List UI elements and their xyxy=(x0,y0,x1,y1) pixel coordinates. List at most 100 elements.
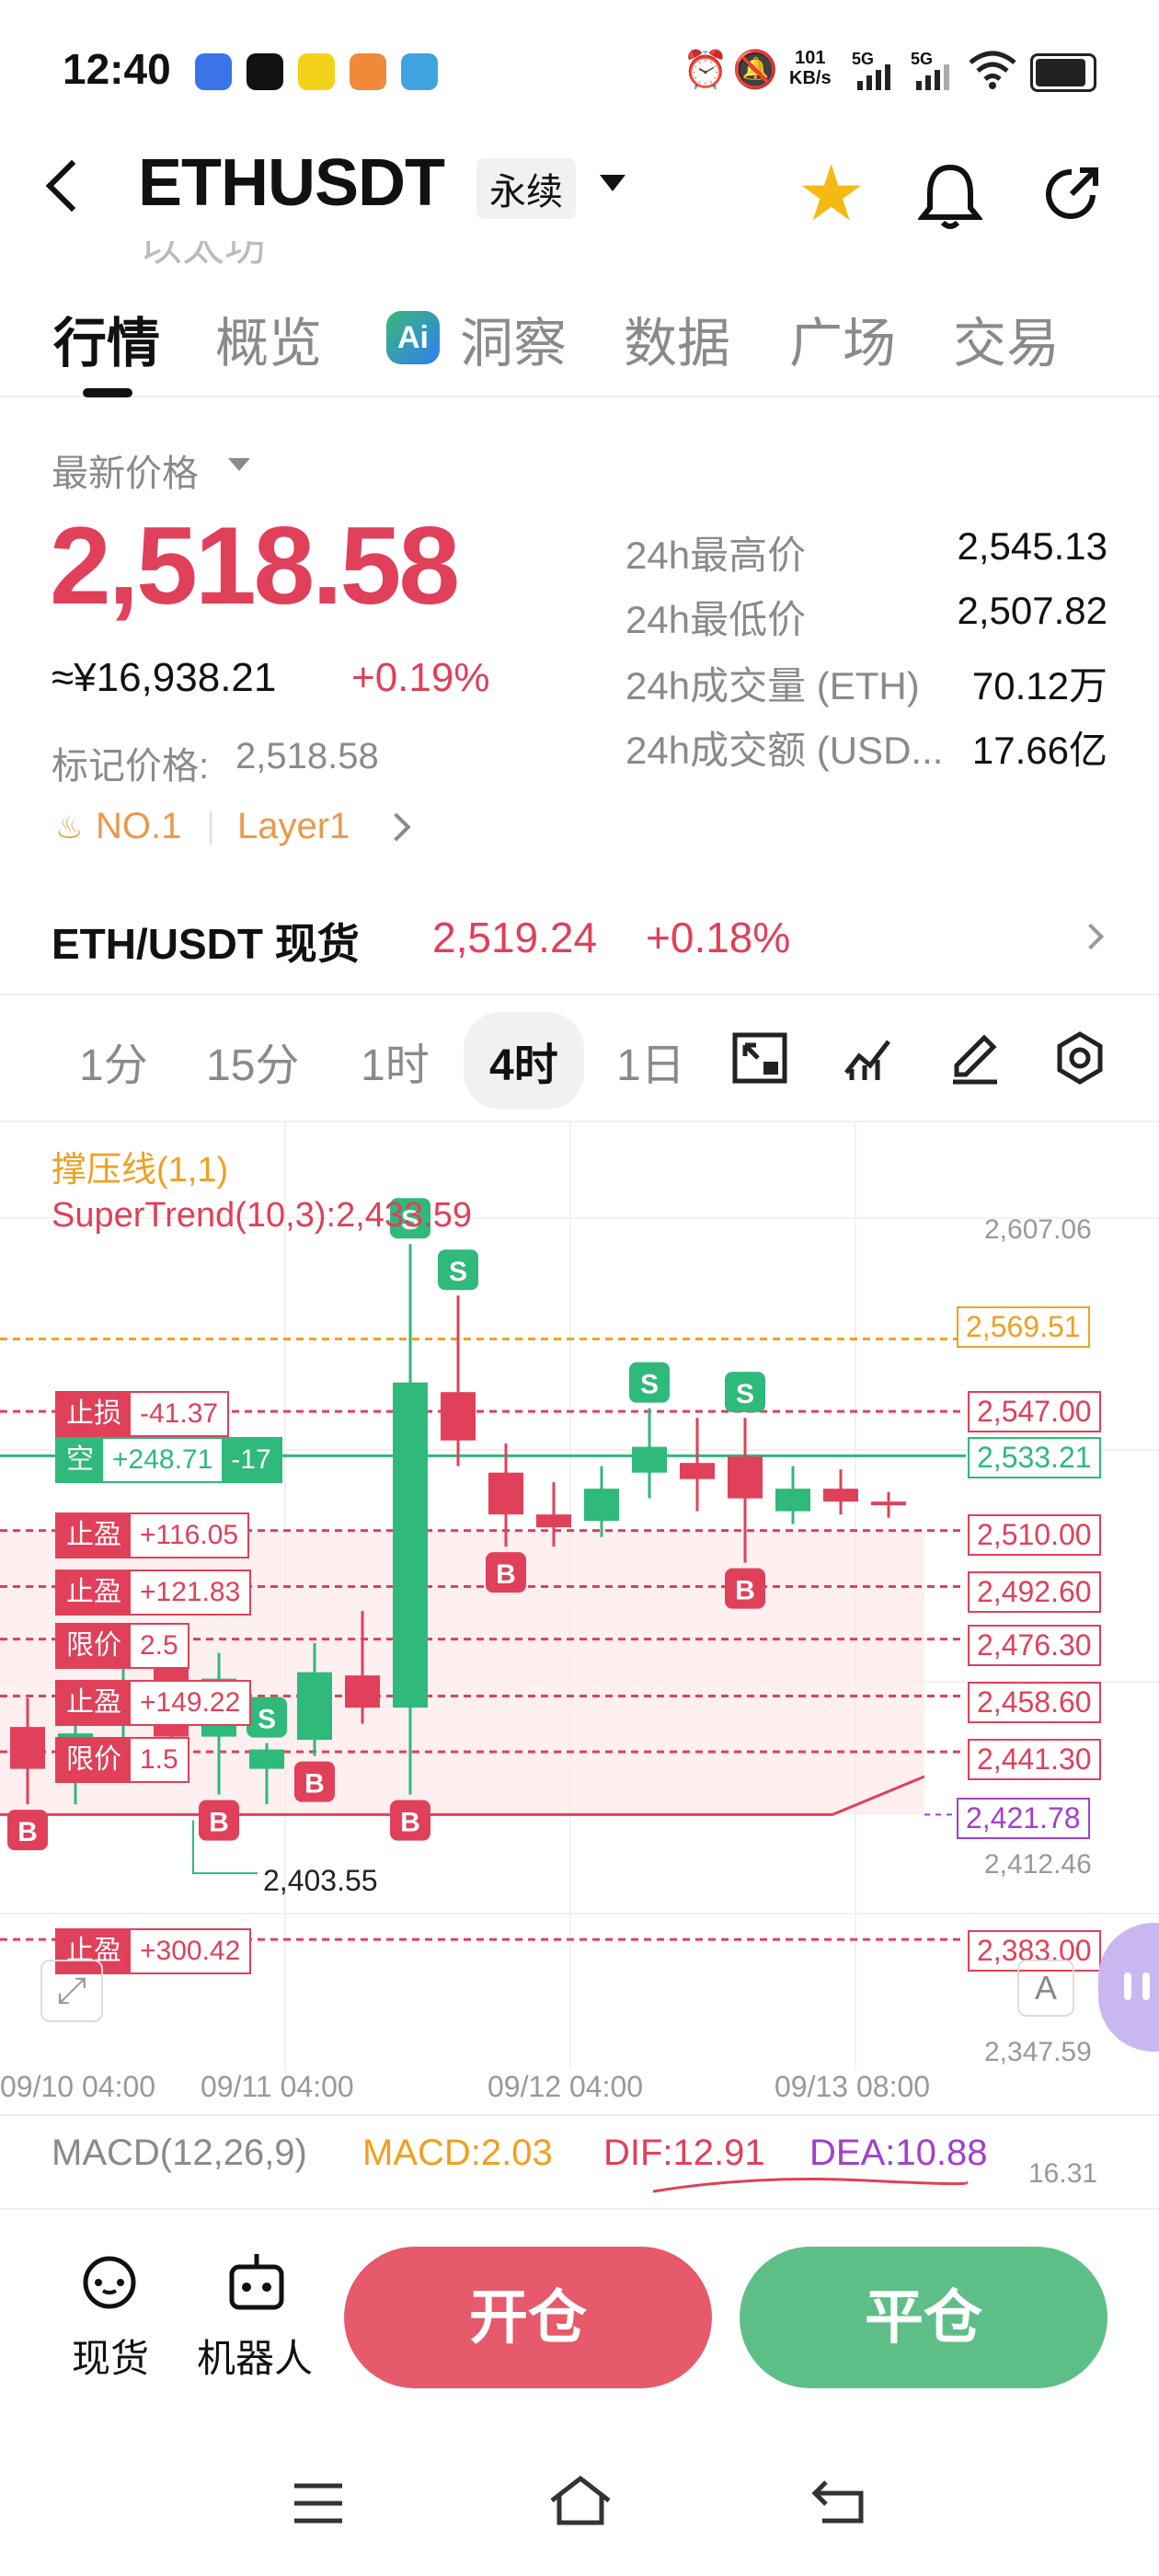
order-value: +121.83 xyxy=(140,1577,241,1607)
settings-icon[interactable] xyxy=(1052,1030,1107,1098)
macd-label[interactable]: MACD(12,26,9) xyxy=(52,2133,307,2174)
chevron-down-icon[interactable] xyxy=(600,175,625,191)
latest-price: 2,518.58 xyxy=(50,504,460,627)
bot-nav-label[interactable]: 机器人 xyxy=(197,2328,313,2384)
order-takeprofit[interactable]: 止盈 +121.83 xyxy=(55,1570,252,1616)
tab-insight[interactable]: 洞察 xyxy=(460,300,567,377)
order-takeprofit[interactable]: 止盈 +116.05 xyxy=(55,1512,250,1558)
fire-icon: ♨ xyxy=(55,811,84,845)
price-box-limit1: 2,476.30 xyxy=(968,1625,1101,1666)
order-type: 空 xyxy=(57,1439,103,1481)
spot-nav-label[interactable]: 现货 xyxy=(72,2328,149,2384)
order-value: 1.5 xyxy=(140,1744,178,1775)
stat-low-value: 2,507.82 xyxy=(957,589,1108,632)
order-stoploss[interactable]: 止损 -41.37 xyxy=(55,1391,230,1437)
expand-icon[interactable]: ⤢ xyxy=(40,1960,103,2022)
divider xyxy=(0,2114,1159,2116)
order-type: 止损 xyxy=(57,1393,131,1435)
order-value: +116.05 xyxy=(140,1520,239,1550)
order-value: +248.71 xyxy=(112,1444,213,1475)
battery-icon xyxy=(1030,53,1096,92)
timeframe-1d[interactable]: 1日 xyxy=(616,1029,685,1093)
order-limit[interactable]: 限价 2.5 xyxy=(55,1623,189,1669)
bell-icon[interactable] xyxy=(916,162,984,242)
candle-body xyxy=(632,1446,667,1473)
candle-body xyxy=(536,1514,571,1528)
macd-axis-value: 16.31 xyxy=(1028,2158,1098,2189)
robot-icon xyxy=(229,2254,284,2310)
rank-tag[interactable]: NO.1 xyxy=(96,806,181,847)
home-icon[interactable] xyxy=(548,2475,613,2540)
order-extra: -17 xyxy=(222,1439,281,1481)
macd-value: MACD:2.03 xyxy=(362,2133,553,2173)
open-position-button[interactable]: 开仓 xyxy=(344,2247,712,2388)
dif-value: DIF:12.91 xyxy=(603,2133,765,2173)
clock: 12:40 xyxy=(63,45,171,93)
caret-down-icon[interactable] xyxy=(228,458,250,471)
back-nav-icon[interactable] xyxy=(809,2475,866,2540)
y-axis-top: 2,607.06 xyxy=(984,1214,1092,1245)
price-box-supertrend: 2,421.78 xyxy=(957,1798,1090,1839)
spot-row[interactable]: ETH/USDT 现货 2,519.24 +0.18% xyxy=(0,883,1159,995)
fullscreen-icon[interactable] xyxy=(732,1032,787,1096)
spot-nav-button[interactable] xyxy=(77,2250,142,2319)
indicator-pivot-label[interactable]: 撑压线(1,1) xyxy=(52,1141,228,1191)
wifi-icon xyxy=(968,50,1017,90)
category-tag[interactable]: Layer1 xyxy=(237,806,350,847)
net-speed-unit: KB/s xyxy=(789,68,832,88)
menu-icon[interactable] xyxy=(291,2475,346,2540)
candle-body xyxy=(775,1489,810,1512)
tab-overview[interactable]: 概览 xyxy=(215,300,322,377)
candle-body xyxy=(345,1675,380,1708)
timeframe-15m[interactable]: 15分 xyxy=(206,1029,299,1093)
back-icon[interactable] xyxy=(45,159,98,213)
marker-label: B xyxy=(496,1559,516,1590)
indicator-icon[interactable] xyxy=(843,1032,894,1096)
order-value: +300.42 xyxy=(140,1936,241,1966)
order-type: 限价 xyxy=(57,1625,131,1667)
signal-icon xyxy=(914,64,951,90)
order-takeprofit[interactable]: 止盈 +149.22 xyxy=(55,1680,252,1726)
main-tabs: 行情 概览 Ai 洞察 数据 广场 交易 xyxy=(0,294,1159,397)
candle-body xyxy=(584,1489,619,1522)
latest-price-label[interactable]: 最新价格 xyxy=(52,443,199,497)
chevron-right-icon xyxy=(1077,923,1105,950)
close-position-button[interactable]: 平仓 xyxy=(740,2247,1107,2388)
star-icon[interactable]: ★ xyxy=(797,155,866,232)
stat-high-value: 2,545.13 xyxy=(957,524,1108,568)
order-type: 止盈 xyxy=(57,1682,131,1724)
stat-volume-label: 24h成交量 (ETH) xyxy=(625,664,920,707)
marker-label: S xyxy=(258,1705,276,1735)
timeframe-1h[interactable]: 1时 xyxy=(361,1029,430,1093)
marker-label: B xyxy=(304,1769,325,1800)
price-box-stoploss: 2,547.00 xyxy=(968,1391,1101,1432)
y-axis-bottom: 2,347.59 xyxy=(984,2037,1092,2067)
tab-trade[interactable]: 交易 xyxy=(953,300,1060,377)
tab-data[interactable]: 数据 xyxy=(624,300,730,377)
x-axis-label: 09/12 04:00 xyxy=(488,2070,644,2103)
indicator-supertrend-label[interactable]: SuperTrend(10,3):2,433.59 xyxy=(52,1196,472,1236)
price-change: +0.19% xyxy=(351,655,490,700)
net-speed: 101 KB/s xyxy=(789,48,832,88)
chevron-right-icon[interactable] xyxy=(382,812,411,842)
vivo-icon xyxy=(195,53,232,90)
dea-value: DEA:10.88 xyxy=(809,2133,988,2173)
x-axis-label: 09/11 04:00 xyxy=(201,2070,354,2103)
marker-label: S xyxy=(640,1370,659,1400)
auto-scale-button[interactable]: A xyxy=(1017,1960,1074,2017)
order-short-position[interactable]: 空 +248.71 -17 xyxy=(55,1437,282,1483)
order-value: 2.5 xyxy=(140,1630,178,1661)
share-icon[interactable] xyxy=(1039,162,1104,236)
timeframe-4h[interactable]: 4时 xyxy=(464,1012,584,1110)
dif-curve xyxy=(652,2178,969,2193)
tab-square[interactable]: 广场 xyxy=(789,300,896,377)
candle-body xyxy=(441,1392,476,1441)
timeframe-1m[interactable]: 1分 xyxy=(79,1029,148,1093)
x-axis-label: 09/13 08:00 xyxy=(775,2070,931,2103)
contract-type-badge[interactable]: 永续 xyxy=(476,158,576,219)
order-limit[interactable]: 限价 1.5 xyxy=(55,1737,189,1783)
draw-icon[interactable] xyxy=(947,1030,1003,1098)
candle-body xyxy=(871,1501,906,1506)
bot-nav-button[interactable] xyxy=(226,2250,287,2319)
tab-market[interactable]: 行情 xyxy=(53,300,160,377)
